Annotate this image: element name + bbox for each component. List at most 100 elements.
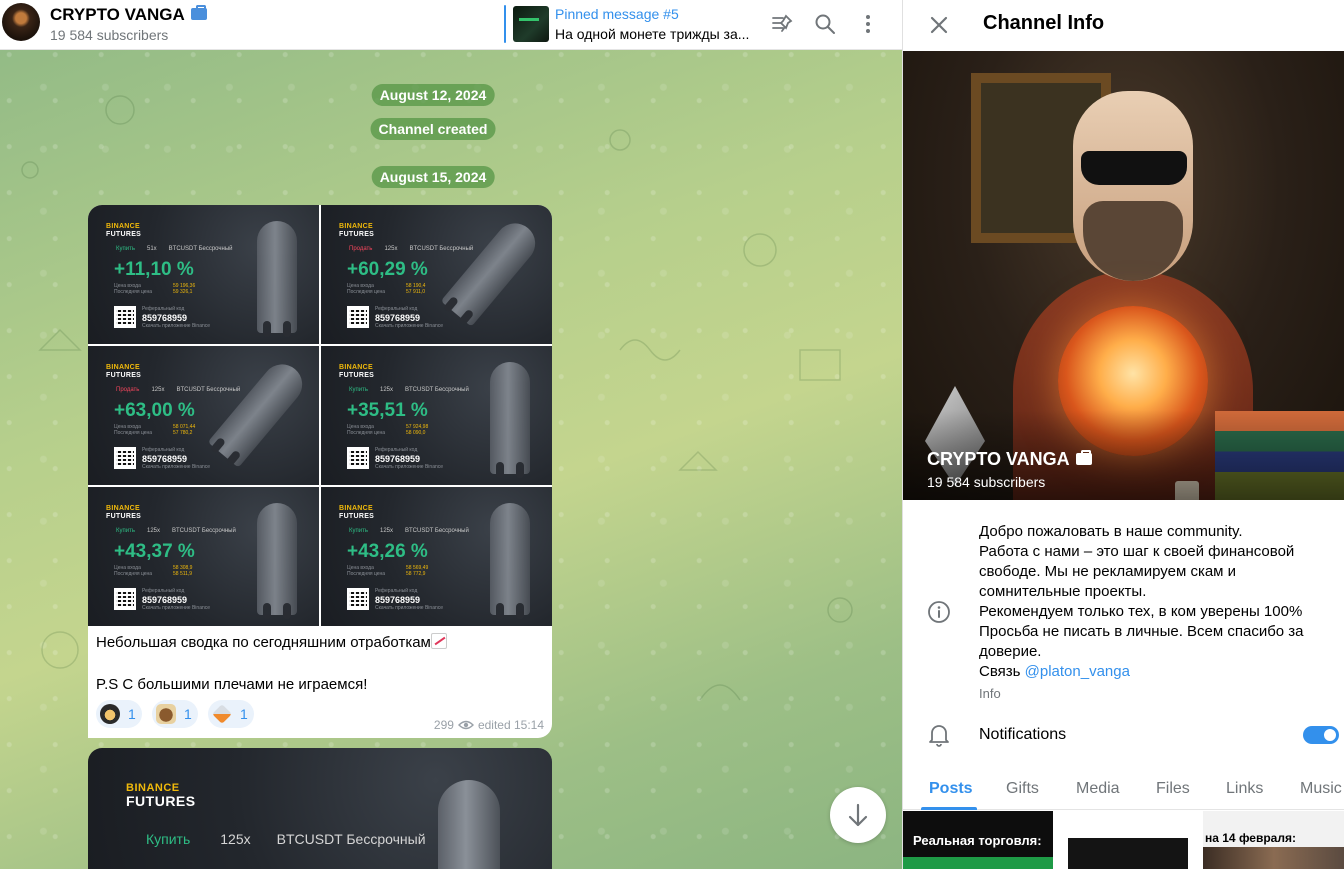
trade-meta: Продать 125x BTCUSDT Бессрочный <box>116 387 240 393</box>
last-price: 59 326,1 <box>173 289 193 295</box>
referral-label: Реферальный код <box>375 306 418 312</box>
post-thumbnail[interactable]: на 14 февраля: <box>1203 811 1344 869</box>
trade-side: Купить <box>349 387 368 393</box>
binance-logo: BINANCE FUTURES <box>126 782 196 808</box>
date-separator: August 12, 2024 <box>371 84 495 106</box>
brand-text: BINANCE <box>106 223 140 230</box>
price-labels: Цена входа Последняя цена <box>347 565 385 577</box>
qr-code <box>114 447 136 469</box>
info-label: Info <box>979 686 1001 701</box>
search-icon[interactable] <box>811 10 839 38</box>
trade-screenshot[interactable]: BINANCE FUTURES Купить 51x BTCUSDT Бессрочны… <box>88 205 319 344</box>
trade-side: Купить <box>146 831 191 847</box>
next-post-preview[interactable]: BINANCE FUTURES Купить 125x BTCUSDT Бессроч… <box>88 748 552 869</box>
description-line: Рекомендуем только тех, в ком уверены 10… <box>979 603 1303 620</box>
last-label: Последняя цена <box>347 571 386 577</box>
brand-text: BINANCE <box>339 505 373 512</box>
last-price: 57 911,0 <box>406 289 426 295</box>
pinned-text: На одной монете трижды за... <box>555 26 750 42</box>
app-download-label: Скачать приложение Binance <box>375 323 444 329</box>
tab-music[interactable]: Music <box>1300 780 1342 798</box>
referral-label: Реферальный код <box>142 588 185 594</box>
close-icon[interactable] <box>925 11 953 39</box>
trade-screenshot[interactable]: BINANCE FUTURES Купить 125x BTCUSDT Бессрочн… <box>321 346 552 485</box>
tab-files[interactable]: Files <box>1156 780 1190 798</box>
reaction-bear[interactable]: 1 <box>152 700 198 728</box>
channel-avatar[interactable] <box>2 3 40 41</box>
product-text: FUTURES <box>126 793 196 809</box>
tab-posts[interactable]: Posts <box>929 780 973 798</box>
briefcase-icon <box>1075 450 1092 465</box>
app-download-label: Скачать приложение Binance <box>142 323 211 329</box>
chat-header[interactable]: CRYPTO VANGA 19 584 subscribers Pinned m… <box>0 0 902 50</box>
brand-text: BINANCE <box>106 364 140 371</box>
channel-info-panel: Channel Info CRYPTO VANGA 19 584 subscri… <box>902 0 1344 869</box>
trade-leverage: 51x <box>146 246 157 252</box>
subscriber-count: 19 584 subscribers <box>50 27 169 43</box>
notifications-toggle[interactable] <box>1303 726 1339 744</box>
reaction-rocket[interactable]: 1 <box>208 700 254 728</box>
post-thumbnail[interactable] <box>1068 811 1190 869</box>
qr-code <box>347 588 369 610</box>
channel-name: CRYPTO VANGA <box>50 5 185 24</box>
more-icon[interactable] <box>854 10 882 38</box>
trade-screenshot[interactable]: BINANCE FUTURES Купить 125x BTCUSDT Бессрочн… <box>321 487 552 626</box>
active-tab-indicator <box>921 807 977 810</box>
view-count: 299 <box>433 718 454 732</box>
scroll-to-bottom-button[interactable] <box>830 787 886 843</box>
post-thumbnail[interactable]: Реальная торговля: <box>903 811 1053 869</box>
post-text: Небольшая сводка по сегодняшним отработк… <box>96 632 546 695</box>
thumbnail-image <box>1203 847 1344 869</box>
cover-subscribers: 19 584 subscribers <box>927 474 1046 490</box>
thumbnail-image <box>1068 838 1188 869</box>
post-meta: 299 edited 15:14 <box>434 718 544 732</box>
last-price: 58 090,0 <box>406 430 426 436</box>
trade-meta: Купить 125x BTCUSDT Бессрочный <box>116 528 236 534</box>
trade-screenshot[interactable]: BINANCE FUTURES Продать 125x BTCUSDT Бессроч… <box>321 205 552 344</box>
channel-cover-photo[interactable]: CRYPTO VANGA 19 584 subscribers <box>903 51 1344 500</box>
bell-icon <box>927 722 951 748</box>
contact-link[interactable]: @platon_vanga <box>1025 663 1130 680</box>
referral-code: 859768959 <box>142 454 188 464</box>
trade-side: Купить <box>116 528 135 534</box>
channel-title[interactable]: CRYPTO VANGA <box>50 5 207 25</box>
info-icon <box>927 600 951 624</box>
referral-label: Реферальный код <box>142 447 185 453</box>
profit-percent: +43,37 % <box>114 541 195 562</box>
trade-screenshot[interactable]: BINANCE FUTURES Купить 125x BTCUSDT Бессрочн… <box>88 487 319 626</box>
trade-screenshot[interactable]: BINANCE FUTURES Продать 125x BTCUSDT Бессроч… <box>88 346 319 485</box>
trade-leverage: 125x <box>146 528 160 534</box>
price-values: 58 308,9 58 511,9 <box>173 565 192 577</box>
binance-logo: BINANCE FUTURES <box>339 505 374 521</box>
last-label: Последняя цена <box>114 289 153 295</box>
notifications-label: Notifications <box>979 726 1067 743</box>
referral-code: 859768959 <box>375 313 421 323</box>
rocket-illustration <box>257 221 297 337</box>
pinned-message-bar[interactable]: Pinned message #5 На одной монете трижды… <box>504 0 764 50</box>
price-values: 58 190,4 57 911,0 <box>406 283 425 295</box>
app-download-label: Скачать приложение Binance <box>142 464 211 470</box>
trade-pair: BTCUSDT Бессрочный <box>276 831 426 847</box>
brand-text: BINANCE <box>339 223 373 230</box>
reaction-ninja[interactable]: 1 <box>96 700 142 728</box>
channel-post[interactable]: BINANCE FUTURES Купить 51x BTCUSDT Бессрочны… <box>88 205 552 738</box>
media-tabs: Posts Gifts Media Files Links Music <box>903 770 1344 810</box>
description-line: Добро пожаловать в наше community. <box>979 523 1243 540</box>
media-album[interactable]: BINANCE FUTURES Купить 51x BTCUSDT Бессрочны… <box>88 205 552 626</box>
tab-gifts[interactable]: Gifts <box>1006 780 1039 798</box>
referral-label: Реферальный код <box>375 588 418 594</box>
price-labels: Цена входа Последняя цена <box>114 565 152 577</box>
trade-leverage: 125x <box>379 528 393 534</box>
tab-links[interactable]: Links <box>1226 780 1263 798</box>
trade-leverage: 125x <box>384 246 398 252</box>
tab-media[interactable]: Media <box>1076 780 1120 798</box>
eye-icon <box>457 720 474 730</box>
thumbnail-caption: на 14 февраля: <box>1205 831 1296 845</box>
price-values: 58 569,49 58 772,9 <box>406 565 428 577</box>
app-download-label: Скачать приложение Binance <box>142 605 211 611</box>
unpin-icon[interactable] <box>768 10 796 38</box>
panel-header: Channel Info <box>903 0 1344 50</box>
trade-pair: BTCUSDT Бессрочный <box>168 246 233 252</box>
rocket-illustration <box>207 356 311 468</box>
binance-logo: BINANCE FUTURES <box>339 223 374 239</box>
